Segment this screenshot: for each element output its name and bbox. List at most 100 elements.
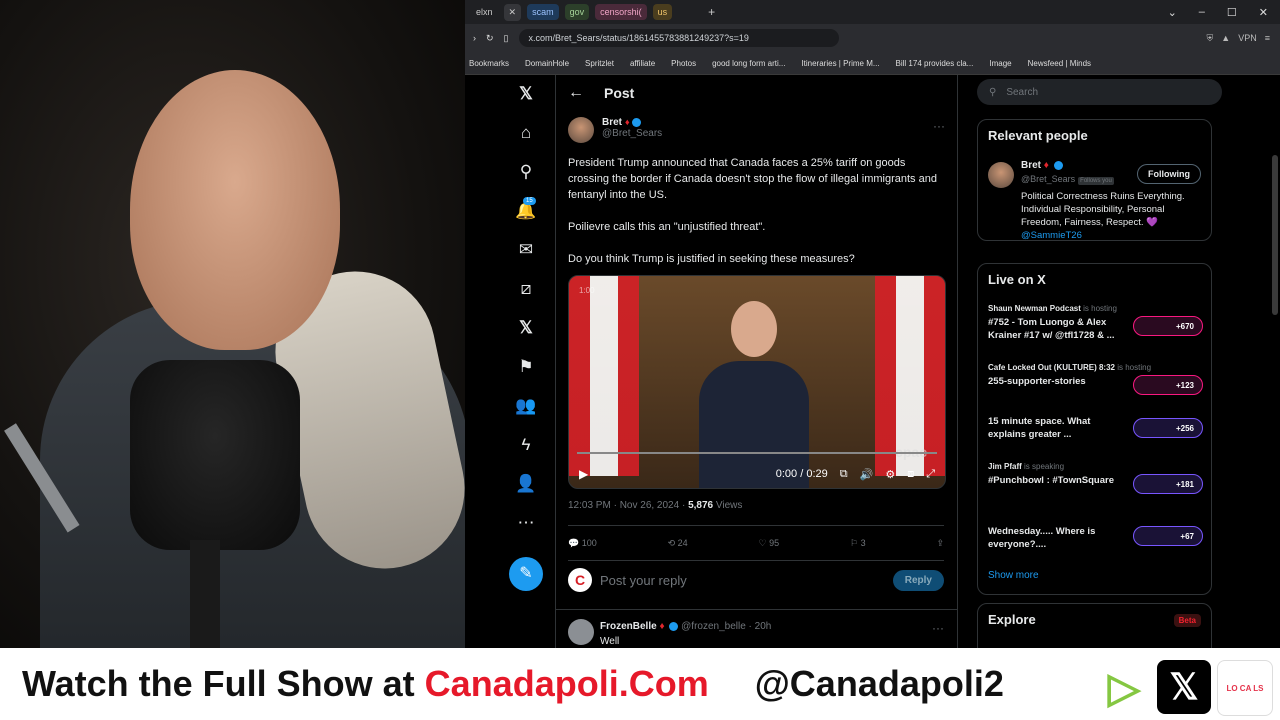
live-space-item[interactable]: Cafe Locked Out (KULTURE) 8:32 is hostin… <box>988 363 1203 395</box>
tab-scam[interactable]: scam <box>527 4 559 20</box>
space-status: is speaking <box>1024 462 1065 471</box>
reply-action[interactable]: 💬 100 <box>568 538 597 549</box>
premium-x-icon[interactable]: 𝕏 <box>515 317 537 339</box>
bookmark-action[interactable]: ⚐ 3 <box>850 538 866 549</box>
communities-icon[interactable]: 👥 <box>515 395 537 417</box>
tab-us[interactable]: us <box>652 4 673 20</box>
tab-active-close[interactable]: ✕ <box>503 3 522 21</box>
space-status: is hosting <box>1083 304 1117 313</box>
x-logo-icon: 𝕏 <box>1157 660 1211 714</box>
video-player[interactable]: 1:00 cpac ▶ 0:00 / 0:29 ⧉ 🔊 ⚙ ⧈ ⤢ <box>568 275 946 489</box>
promo-banner: Watch the Full Show at Canadapoli.Com @C… <box>0 648 1280 720</box>
maximize-icon[interactable]: ☐ <box>1227 6 1237 19</box>
reply-author[interactable]: FrozenBelle <box>600 621 657 632</box>
search-placeholder: Search <box>1006 86 1039 98</box>
bookmarks-icon[interactable]: ⚑ <box>515 356 537 378</box>
bookmark-item[interactable]: Bill 174 provides cla... <box>896 59 974 68</box>
repost-action[interactable]: ⟲ 24 <box>668 538 688 549</box>
close-window-icon[interactable]: ✕ <box>1259 6 1268 19</box>
user-avatar[interactable]: C <box>568 568 592 592</box>
forward-icon[interactable]: › <box>473 33 476 43</box>
video-progress[interactable] <box>577 452 937 454</box>
tab-elxn[interactable]: elxn <box>471 4 498 20</box>
live-space-item[interactable]: 15 minute space. What explains greater .… <box>988 412 1203 441</box>
play-icon[interactable]: ▶ <box>579 467 588 481</box>
home-icon[interactable]: ⌂ <box>515 122 537 144</box>
tweet-text: President Trump announced that Canada fa… <box>568 155 948 283</box>
listener-pill: +67 <box>1133 526 1203 546</box>
bookmark-item[interactable]: affiliate <box>630 59 655 68</box>
avatar[interactable] <box>568 619 594 645</box>
listener-pill: +123 <box>1133 375 1203 395</box>
space-title: 255-supporter-stories <box>988 376 1086 387</box>
bio-text: Political Correctness Ruins Everything. … <box>1021 191 1185 228</box>
profile-icon[interactable]: 👤 <box>515 473 537 495</box>
left-nav: 𝕏 ⌂ ⚲ 🔔 15 ✉ ⧄ 𝕏 ⚑ 👥 ϟ 👤 ⋯ ✎ <box>465 75 555 648</box>
live-space-item[interactable]: Shaun Newman Podcast is hosting #752 - T… <box>988 304 1203 342</box>
show-more-link[interactable]: Show more <box>988 570 1039 581</box>
tab-search-icon[interactable]: ⌄ <box>1168 6 1177 19</box>
person-bio: Political Correctness Ruins Everything. … <box>1021 190 1206 242</box>
url-field[interactable]: x.com/Bret_Sears/status/1861455783881249… <box>518 29 839 47</box>
person-handle[interactable]: @Bret_Sears <box>1021 174 1075 184</box>
rewards-icon[interactable]: ▲ <box>1221 33 1230 44</box>
bio-link[interactable]: @SammieT26 <box>1021 230 1082 241</box>
reply-icon: 💬 <box>568 537 582 548</box>
bookmark-item[interactable]: Spritzlet <box>585 59 614 68</box>
bookmark-item[interactable]: good long form arti... <box>712 59 785 68</box>
messages-icon[interactable]: ✉ <box>515 239 537 261</box>
fullscreen-icon[interactable]: ⤢ <box>926 468 935 481</box>
more-options-icon[interactable]: ··· <box>932 621 944 635</box>
author-handle[interactable]: @Bret_Sears <box>602 128 662 139</box>
bookmark-item[interactable]: Image <box>989 59 1011 68</box>
grok-icon[interactable]: ⧄ <box>515 278 537 300</box>
new-tab-icon[interactable]: + <box>708 5 715 19</box>
brave-shield-icon[interactable]: ⛨ <box>1207 33 1214 44</box>
person-name[interactable]: Bret <box>1021 160 1041 171</box>
avatar[interactable] <box>988 162 1014 188</box>
post-header: ← Post <box>556 75 957 111</box>
minimize-icon[interactable]: – <box>1199 6 1205 19</box>
x-logo-icon[interactable]: 𝕏 <box>515 83 537 105</box>
more-options-icon[interactable]: ··· <box>933 119 945 133</box>
reply-input[interactable]: Post your reply <box>600 573 885 588</box>
tab-censorship[interactable]: censorshi( <box>595 4 647 20</box>
vpn-button[interactable]: VPN <box>1238 33 1257 44</box>
settings-icon[interactable]: ⚙ <box>885 468 895 481</box>
more-icon[interactable]: ⋯ <box>515 512 537 534</box>
back-arrow-icon[interactable]: ← <box>568 84 584 102</box>
bookmark-item[interactable]: Photos <box>671 59 696 68</box>
live-space-item[interactable]: Wednesday..... Where is everyone?.... +6… <box>988 522 1203 551</box>
compose-post-button[interactable]: ✎ <box>509 557 543 591</box>
bookmark-item[interactable]: DomainHole <box>525 59 569 68</box>
live-space-item[interactable]: Jim Pfaff is speaking #Punchbowl : #Town… <box>988 462 1203 494</box>
author-name[interactable]: Bret <box>602 117 622 128</box>
bookmark-page-icon[interactable]: ▯ <box>504 33 509 44</box>
verified-orgs-icon[interactable]: ϟ <box>515 434 537 456</box>
reply-button[interactable]: Reply <box>892 569 944 591</box>
share-icon[interactable]: ⇪ <box>936 538 944 549</box>
space-host-name: Shaun Newman Podcast <box>988 304 1081 313</box>
explore-search-icon[interactable]: ⚲ <box>515 161 537 183</box>
post-author[interactable]: Bret ♦ @Bret_Sears <box>568 117 662 143</box>
avatar[interactable] <box>568 117 594 143</box>
verified-icon <box>1053 160 1063 170</box>
reload-icon[interactable]: ↻ <box>486 33 494 44</box>
volume-icon[interactable]: 🔊 <box>860 468 874 481</box>
bookmark-item[interactable]: Itineraries | Prime M... <box>801 59 879 68</box>
captions-icon[interactable]: ⧉ <box>840 468 848 481</box>
like-action[interactable]: ♡ 95 <box>759 538 780 549</box>
scrollbar[interactable] <box>1272 155 1278 315</box>
bookmark-item[interactable]: Newsfeed | Minds <box>1028 59 1091 68</box>
following-button[interactable]: Following <box>1137 164 1201 184</box>
search-input[interactable]: ⚲ Search <box>977 79 1222 105</box>
page-title: Post <box>604 85 635 101</box>
menu-icon[interactable]: ≡ <box>1265 33 1270 44</box>
tab-gov[interactable]: gov <box>564 4 590 20</box>
bookmark-item[interactable]: Bookmarks <box>469 59 509 68</box>
space-title: #752 - Tom Luongo & Alex Krainer #17 w/ … <box>988 317 1115 341</box>
post-timestamp[interactable]: 12:03 PM · Nov 26, 2024 · <box>568 500 688 511</box>
pip-icon[interactable]: ⧈ <box>907 468 914 481</box>
reply-handle[interactable]: @frozen_belle · 20h <box>681 621 771 632</box>
right-sidebar: ⚲ Search Relevant people Bret ♦ @Bret_Se… <box>977 75 1222 648</box>
